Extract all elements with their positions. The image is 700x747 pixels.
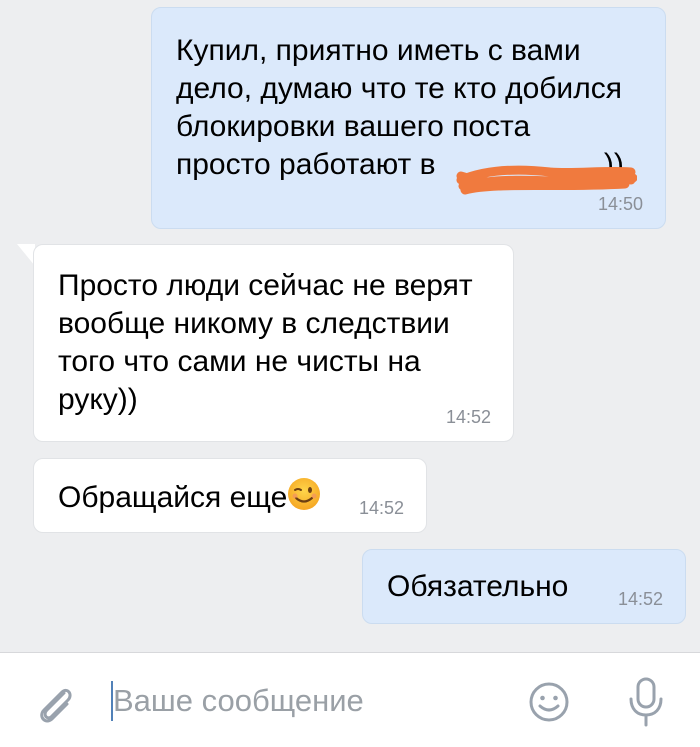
microphone-button[interactable] [624, 675, 668, 729]
message-input[interactable] [113, 677, 493, 725]
paperclip-icon [40, 688, 72, 723]
message-text: Обязательно [387, 570, 569, 603]
message-time: 14:52 [445, 407, 491, 427]
smiley-icon [529, 682, 569, 722]
message-incoming[interactable]: Просто люди сейчас не верят вообще ником… [33, 244, 514, 442]
message-outgoing[interactable]: Обязательно 14:52 [362, 549, 686, 624]
redaction-scribble [456, 165, 637, 195]
message-text: Просто люди сейчас не верят вообще ником… [58, 269, 473, 416]
winking-face-icon [288, 478, 321, 510]
message-text: Обращайся еще [58, 477, 321, 517]
message-incoming[interactable]: Обращайся еще 14:52 [33, 458, 427, 533]
message-time: 14:52 [358, 498, 404, 518]
message-time: 14:52 [617, 589, 663, 609]
chat-area[interactable]: Купил, приятно иметь с вами дело, думаю … [0, 0, 700, 652]
message-input-bar [0, 652, 700, 747]
microphone-icon [629, 677, 663, 727]
emoji-button[interactable] [526, 679, 572, 725]
attach-button[interactable] [30, 679, 80, 729]
